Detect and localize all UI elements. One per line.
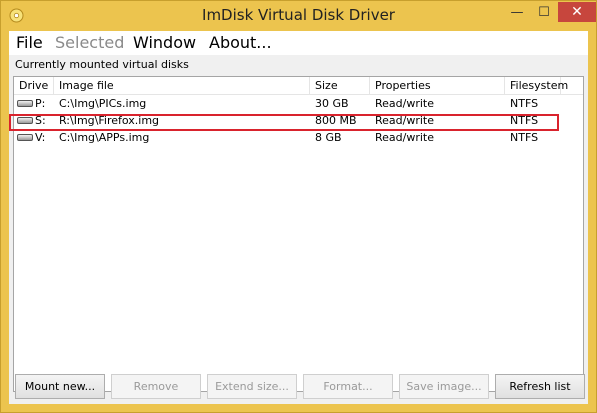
properties: Read/write [375,114,435,127]
table-row[interactable]: P: C:\Img\PICs.img 30 GB Read/write NTFS [14,95,583,112]
column-size[interactable]: Size [310,77,370,94]
save-image-button[interactable]: Save image... [399,374,489,399]
drive-letter: S: [35,114,46,127]
hard-drive-icon [17,117,33,124]
hard-drive-icon [17,134,33,141]
menu-about[interactable]: About... [209,33,272,52]
drive-letter: P: [35,97,46,110]
size: 8 GB [315,131,342,144]
image-file: C:\Img\APPs.img [59,131,150,144]
image-file: C:\Img\PICs.img [59,97,147,110]
column-drive[interactable]: Drive [14,77,54,94]
list-header: Drive Image file Size Properties Filesys… [14,77,583,95]
title-bar[interactable]: ImDisk Virtual Disk Driver — ☐ ✕ [1,1,596,31]
group-label: Currently mounted virtual disks [15,58,189,71]
menu-bar: File Selected Window About... [9,31,588,55]
column-filesystem[interactable]: Filesystem [505,77,568,94]
refresh-list-button[interactable]: Refresh list [495,374,585,399]
close-button[interactable]: ✕ [558,2,596,22]
filesystem: NTFS [510,131,539,144]
size: 30 GB [315,97,349,110]
drive-letter: V: [35,131,46,144]
extend-size-button[interactable]: Extend size... [207,374,297,399]
image-file: R:\Img\Firefox.img [59,114,160,127]
menu-window[interactable]: Window [133,33,196,52]
properties: Read/write [375,97,435,110]
column-properties[interactable]: Properties [370,77,505,94]
properties: Read/write [375,131,435,144]
maximize-button[interactable]: ☐ [531,2,557,22]
filesystem: NTFS [510,114,539,127]
client-area: File Selected Window About... Currently … [9,31,588,404]
menu-selected[interactable]: Selected [55,33,124,52]
hard-drive-icon [17,100,33,107]
minimize-button[interactable]: — [504,2,530,22]
disk-list[interactable]: Drive Image file Size Properties Filesys… [13,76,584,392]
format-button[interactable]: Format... [303,374,393,399]
column-image-file[interactable]: Image file [54,77,310,94]
table-row[interactable]: S: R:\Img\Firefox.img 800 MB Read/write … [14,112,583,129]
filesystem: NTFS [510,97,539,110]
table-row[interactable]: V: C:\Img\APPs.img 8 GB Read/write NTFS [14,129,583,146]
app-window: ImDisk Virtual Disk Driver — ☐ ✕ File Se… [0,0,597,413]
mount-new-button[interactable]: Mount new... [15,374,105,399]
menu-file[interactable]: File [16,33,43,52]
remove-button[interactable]: Remove [111,374,201,399]
size: 800 MB [315,114,357,127]
